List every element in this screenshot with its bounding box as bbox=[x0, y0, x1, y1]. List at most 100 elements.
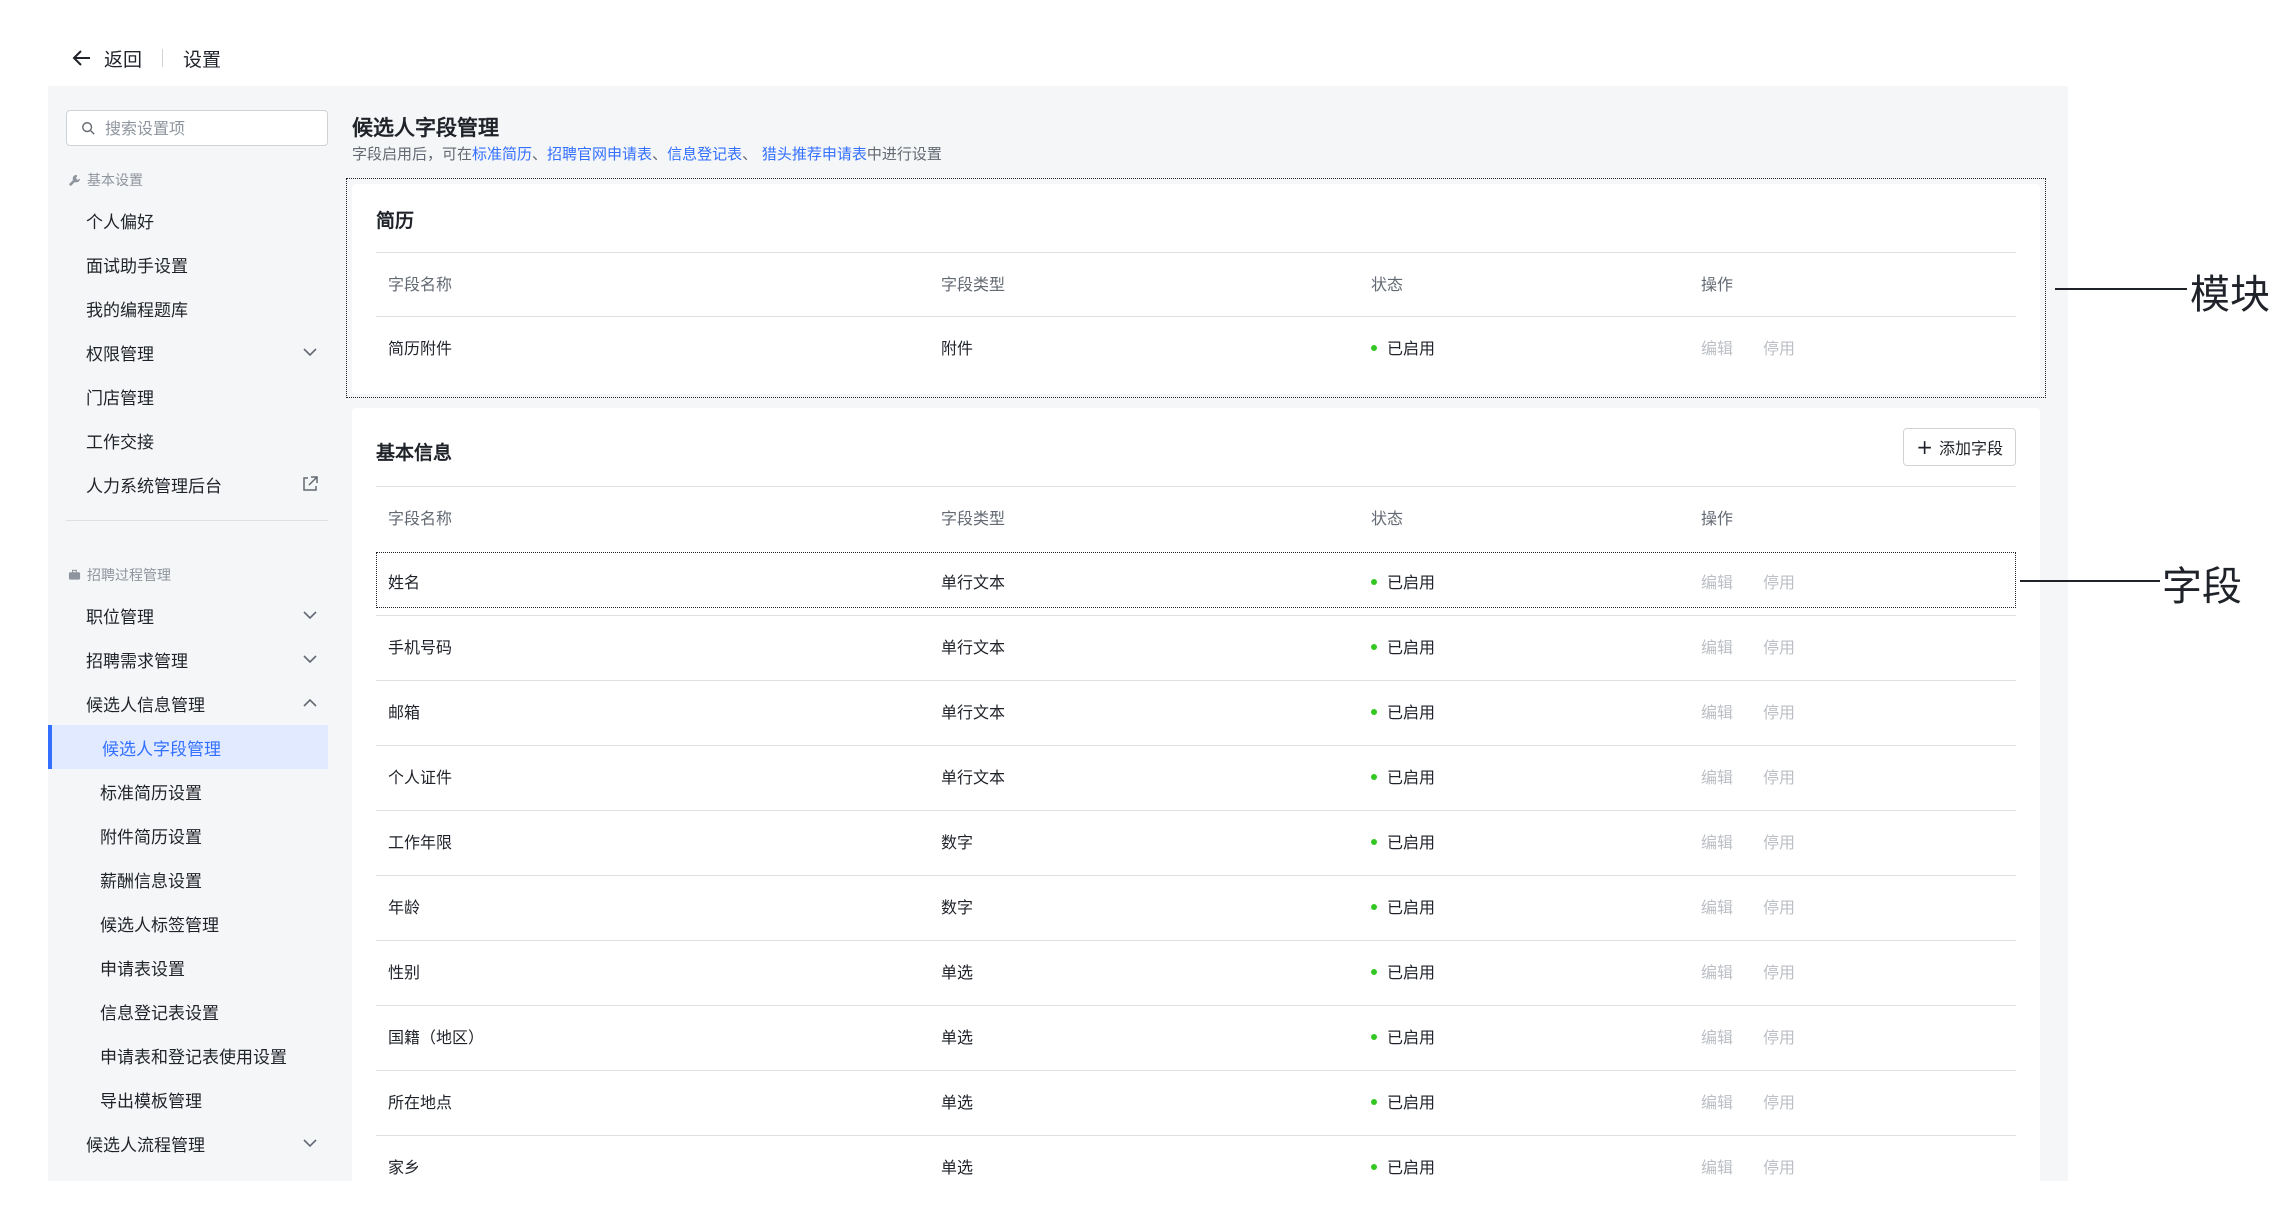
edit-button[interactable]: 编辑 bbox=[1701, 638, 1733, 657]
status-cell: 已启用 bbox=[1371, 876, 1435, 940]
header-type: 字段类型 bbox=[941, 509, 1006, 528]
sidebar-item-stores[interactable]: 门店管理 bbox=[48, 374, 338, 418]
edit-button[interactable]: 编辑 bbox=[1701, 1158, 1733, 1177]
sidebar-item-attachment-resume[interactable]: 附件简历设置 bbox=[48, 813, 338, 857]
edit-button[interactable]: 编辑 bbox=[1701, 833, 1733, 852]
sidebar-item-candidate-fields[interactable]: 候选人字段管理 bbox=[48, 725, 328, 769]
top-bar: 返回 设置 bbox=[70, 40, 221, 76]
status-dot-icon bbox=[1371, 1033, 1377, 1040]
edit-button[interactable]: 编辑 bbox=[1701, 768, 1733, 787]
field-type: 单选 bbox=[941, 1028, 974, 1047]
field-name: 国籍（地区） bbox=[388, 1028, 485, 1047]
back-label: 返回 bbox=[104, 48, 143, 71]
field-name: 简历附件 bbox=[388, 339, 453, 358]
sidebar-item-application-form[interactable]: 申请表设置 bbox=[48, 945, 338, 989]
link-registration-form[interactable]: 信息登记表 bbox=[667, 145, 742, 163]
arrow-left-icon bbox=[72, 50, 90, 66]
disable-button[interactable]: 停用 bbox=[1763, 833, 1795, 852]
field-type: 数字 bbox=[941, 898, 974, 917]
field-type: 单行文本 bbox=[941, 573, 1006, 592]
disable-button[interactable]: 停用 bbox=[1763, 963, 1795, 982]
sidebar-item-registration-form[interactable]: 信息登记表设置 bbox=[48, 989, 338, 1033]
disable-button[interactable]: 停用 bbox=[1763, 703, 1795, 722]
sidebar-item-candidate-process[interactable]: 候选人流程管理 bbox=[48, 1121, 338, 1165]
field-type: 单行文本 bbox=[941, 638, 1006, 657]
sidebar-item-positions[interactable]: 职位管理 bbox=[48, 593, 338, 637]
ops-cell: 编辑 停用 bbox=[1701, 317, 1825, 381]
plus-icon: + bbox=[1916, 435, 1933, 459]
desc-separator: 、 bbox=[652, 145, 668, 163]
sidebar-item-coding-bank[interactable]: 我的编程题库 bbox=[48, 286, 338, 330]
sidebar-item-label: 职位管理 bbox=[86, 607, 154, 628]
disable-button[interactable]: 停用 bbox=[1763, 1028, 1795, 1047]
disable-button[interactable]: 停用 bbox=[1763, 898, 1795, 917]
status-dot-icon bbox=[1371, 838, 1377, 845]
sidebar-item-label: 信息登记表设置 bbox=[100, 1003, 219, 1024]
status-cell: 已启用 bbox=[1371, 1136, 1435, 1181]
search-icon bbox=[82, 122, 95, 135]
ops-cell: 编辑 停用 bbox=[1701, 811, 1825, 875]
sidebar-item-requisitions[interactable]: 招聘需求管理 bbox=[48, 637, 338, 681]
group-title-basic: 基本设置 bbox=[68, 170, 143, 190]
link-headhunter-form[interactable]: 猎头推荐申请表 bbox=[762, 145, 867, 163]
edit-button[interactable]: 编辑 bbox=[1701, 963, 1733, 982]
chevron-up-icon bbox=[303, 698, 317, 707]
sidebar-item-preferences[interactable]: 个人偏好 bbox=[48, 198, 338, 242]
ops-cell: 编辑 停用 bbox=[1701, 941, 1825, 1005]
sidebar-item-handover[interactable]: 工作交接 bbox=[48, 418, 338, 462]
edit-button[interactable]: 编辑 bbox=[1701, 703, 1733, 722]
sidebar-item-standard-resume[interactable]: 标准简历设置 bbox=[48, 769, 338, 813]
link-career-site-form[interactable]: 招聘官网申请表 bbox=[547, 145, 652, 163]
edit-button[interactable]: 编辑 bbox=[1701, 573, 1733, 592]
ops-cell: 编辑 停用 bbox=[1701, 1071, 1825, 1135]
desc-separator: 、 bbox=[532, 145, 548, 163]
ops-cell: 编辑 停用 bbox=[1701, 551, 1825, 615]
status-text: 已启用 bbox=[1387, 703, 1436, 722]
sidebar-item-salary[interactable]: 薪酬信息设置 bbox=[48, 857, 338, 901]
link-standard-resume[interactable]: 标准简历 bbox=[472, 145, 532, 163]
sidebar-item-label: 导出模板管理 bbox=[100, 1091, 202, 1112]
edit-button[interactable]: 编辑 bbox=[1701, 898, 1733, 917]
disable-button[interactable]: 停用 bbox=[1763, 638, 1795, 657]
back-button[interactable]: 返回 bbox=[70, 45, 142, 72]
status-text: 已启用 bbox=[1387, 638, 1436, 657]
sidebar-item-form-usage[interactable]: 申请表和登记表使用设置 bbox=[48, 1033, 338, 1077]
header-status: 状态 bbox=[1371, 509, 1404, 528]
field-type: 单行文本 bbox=[941, 768, 1006, 787]
ops-cell: 编辑 停用 bbox=[1701, 1006, 1825, 1070]
status-cell: 已启用 bbox=[1371, 1071, 1435, 1135]
sidebar-item-candidate-info[interactable]: 候选人信息管理 bbox=[48, 681, 338, 725]
ops-cell: 编辑 停用 bbox=[1701, 876, 1825, 940]
sidebar-item-tags[interactable]: 候选人标签管理 bbox=[48, 901, 338, 945]
sidebar-item-hr-admin[interactable]: 人力系统管理后台 bbox=[48, 462, 338, 506]
edit-button[interactable]: 编辑 bbox=[1701, 1093, 1733, 1112]
resume-module-card: 简历 字段名称 字段类型 状态 操作 简历附件 附件 已启用 编辑 停用 bbox=[352, 184, 2040, 394]
edit-button[interactable]: 编辑 bbox=[1701, 339, 1733, 358]
module-callout-label: 模块 bbox=[2190, 272, 2270, 318]
sidebar-item-label: 薪酬信息设置 bbox=[100, 871, 202, 892]
edit-button[interactable]: 编辑 bbox=[1701, 1028, 1733, 1047]
add-field-button[interactable]: + 添加字段 bbox=[1903, 428, 2016, 466]
header-type: 字段类型 bbox=[941, 275, 1006, 294]
sidebar-item-export-templates[interactable]: 导出模板管理 bbox=[48, 1077, 338, 1121]
disable-button[interactable]: 停用 bbox=[1763, 1093, 1795, 1112]
sidebar-item-interview-assistant[interactable]: 面试助手设置 bbox=[48, 242, 338, 286]
chevron-down-icon bbox=[303, 348, 317, 357]
ops-cell: 编辑 停用 bbox=[1701, 616, 1825, 680]
status-dot-icon bbox=[1371, 1098, 1377, 1105]
disable-button[interactable]: 停用 bbox=[1763, 339, 1795, 358]
table-header-row: 字段名称 字段类型 状态 操作 bbox=[376, 252, 2016, 316]
group-title-process: 招聘过程管理 bbox=[68, 565, 171, 585]
disable-button[interactable]: 停用 bbox=[1763, 573, 1795, 592]
basic-info-module-card: 基本信息 + 添加字段 字段名称 字段类型 状态 操作 姓名 单行文本 已启用 编辑 停用… bbox=[352, 408, 2040, 1181]
search-box[interactable] bbox=[66, 110, 328, 146]
search-input[interactable] bbox=[105, 118, 315, 138]
table-row: 所在地点 单选 已启用 编辑 停用 bbox=[376, 1070, 2016, 1134]
add-field-label: 添加字段 bbox=[1938, 439, 2003, 458]
sidebar-item-label: 面试助手设置 bbox=[86, 256, 188, 277]
table-row: 年龄 数字 已启用 编辑 停用 bbox=[376, 875, 2016, 939]
field-name: 手机号码 bbox=[388, 638, 453, 657]
sidebar-item-permissions[interactable]: 权限管理 bbox=[48, 330, 338, 374]
disable-button[interactable]: 停用 bbox=[1763, 1158, 1795, 1177]
disable-button[interactable]: 停用 bbox=[1763, 768, 1795, 787]
